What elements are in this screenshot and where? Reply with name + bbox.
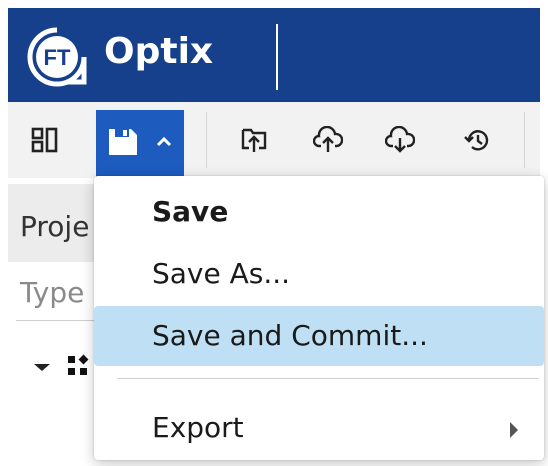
ft-logo-icon: FT	[27, 27, 87, 87]
layout-button[interactable]	[22, 116, 68, 164]
save-dropdown-menu: Save Save As... Save and Commit... Expor…	[94, 176, 544, 460]
history-button[interactable]	[458, 116, 498, 164]
app-brand-name: Optix	[104, 31, 214, 72]
save-split-button[interactable]	[96, 110, 184, 178]
project-panel-header: Proje	[8, 184, 98, 262]
history-icon	[464, 130, 489, 151]
chevron-up-icon[interactable]	[156, 136, 172, 148]
project-panel-title: Proje	[20, 210, 90, 243]
menu-item-export[interactable]: Export	[94, 398, 544, 458]
cloud-upload-button[interactable]	[308, 116, 348, 164]
toolbar-separator	[206, 112, 207, 168]
project-panel: Proje Type	[8, 178, 98, 466]
menu-item-label: Save and Commit...	[152, 319, 428, 352]
collapse-caret-icon[interactable]	[34, 364, 50, 371]
menu-item-label: Save As...	[152, 257, 291, 290]
header-divider	[276, 24, 278, 90]
menu-item-label: Export	[152, 411, 244, 444]
menu-item-save-and-commit[interactable]: Save and Commit...	[94, 306, 544, 366]
filter-input[interactable]: Type	[20, 276, 84, 309]
save-icon	[109, 129, 137, 155]
menu-item-save[interactable]: Save	[94, 182, 544, 242]
toolbar	[8, 102, 540, 178]
cloud-download-icon	[385, 126, 415, 153]
layout-icon	[31, 127, 58, 153]
filter-underline	[16, 320, 98, 321]
menu-item-label: Save	[152, 195, 229, 228]
submenu-arrow-icon	[510, 422, 518, 438]
menu-separator	[118, 378, 538, 379]
upload-to-project-button[interactable]	[234, 116, 274, 164]
menu-item-save-as[interactable]: Save As...	[94, 244, 544, 304]
project-tree-icon	[68, 354, 89, 375]
cloud-upload-icon	[313, 126, 343, 152]
cloud-download-button[interactable]	[380, 116, 420, 164]
logo-text: FT	[44, 45, 71, 70]
upload-to-project-icon	[241, 128, 267, 152]
toolbar-separator-end	[524, 112, 525, 168]
app-header: FT Optix	[8, 8, 540, 102]
